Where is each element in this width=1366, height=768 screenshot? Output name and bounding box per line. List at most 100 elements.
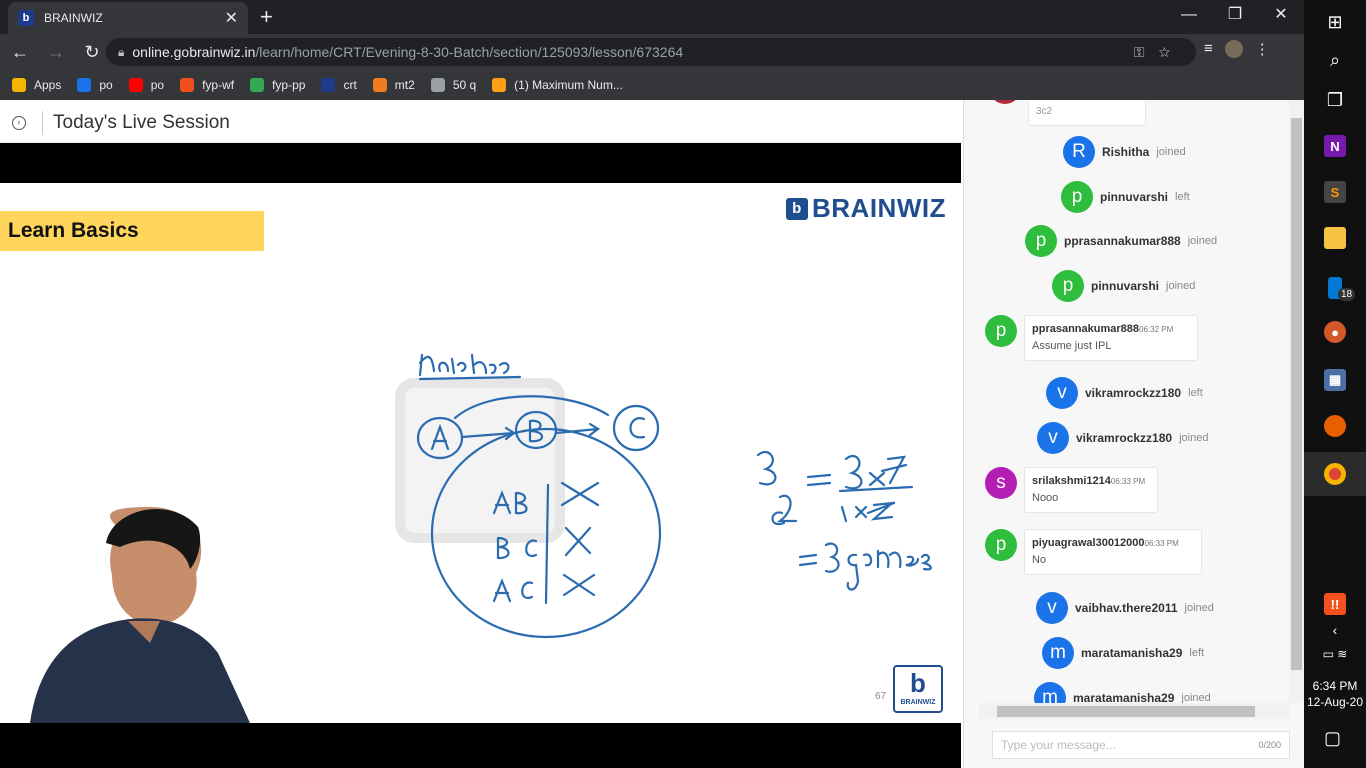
- clock-time: 6:34 PM: [1312, 679, 1358, 693]
- message-text: Assume just IPL: [1032, 340, 1112, 352]
- address-bar[interactable]: 🔒︎ online.gobrainwiz.in /learn/home/CRT/…: [106, 38, 1196, 66]
- user-name: Rishitha: [1102, 145, 1150, 159]
- bookmark-item[interactable]: fyp-wf: [180, 78, 234, 92]
- chat-horizontal-scrollbar[interactable]: [979, 703, 1289, 719]
- result-3-games: [798, 542, 932, 591]
- session-header: ‹ Today's Live Session: [0, 103, 963, 143]
- tab-strip: b BRAINWIZ ✕ + — ❐ ✕: [0, 0, 1304, 34]
- chat-message: p piyuagrawal3001200006:33 PM No: [985, 529, 1202, 575]
- avatar: v: [1046, 377, 1078, 409]
- bookmark-label: mt2: [394, 78, 415, 92]
- new-tab-button[interactable]: +: [260, 4, 273, 30]
- chat-vertical-scrollbar[interactable]: [1289, 100, 1304, 703]
- chrome-icon[interactable]: [1304, 452, 1366, 496]
- notification-badge: 18: [1338, 288, 1356, 301]
- message-text: Nooo: [1032, 492, 1059, 504]
- user-name: pinnuvarshi: [1091, 279, 1160, 293]
- bookmark-item[interactable]: fyp-pp: [250, 78, 305, 92]
- firefox-icon[interactable]: [1304, 404, 1366, 448]
- message-bubble: piyuagrawal3001200006:33 PM No: [1024, 529, 1202, 575]
- avatar: [989, 100, 1021, 104]
- bookmark-label: Apps: [34, 78, 62, 92]
- chat-message: s srilakshmi121406:33 PM Nooo: [985, 467, 1158, 513]
- char-counter: 0/200: [1258, 740, 1281, 750]
- onenote-icon[interactable]: N: [1304, 124, 1366, 168]
- back-arrow-icon[interactable]: ←: [4, 42, 36, 63]
- reload-icon[interactable]: ↻: [76, 42, 108, 63]
- minimize-button[interactable]: —: [1166, 0, 1212, 30]
- user-name: maratamanisha29: [1073, 691, 1175, 703]
- profile-avatar[interactable]: [1224, 40, 1243, 58]
- globe-icon: [430, 78, 445, 92]
- file-explorer-icon[interactable]: [1304, 216, 1366, 260]
- chat-event: v vikramrockzz180 left: [1046, 377, 1203, 409]
- chat-event: v vikramrockzz180 joined: [1037, 422, 1208, 454]
- bookmark-label: 50 q: [452, 78, 477, 92]
- chat-event: R Rishitha joined: [1063, 136, 1186, 168]
- figma-icon: [180, 78, 195, 92]
- bookmark-item[interactable]: mt2: [372, 78, 415, 92]
- apps-grid-icon: [12, 78, 26, 92]
- bookmark-label: po: [150, 78, 165, 92]
- bookmark-item[interactable]: crt: [321, 78, 357, 92]
- message-bubble: pprasannakumar88806:32 PM Assume just IP…: [1024, 315, 1198, 361]
- forward-arrow-icon[interactable]: →: [40, 42, 72, 63]
- chat-message-input[interactable]: [1001, 738, 1259, 752]
- bookmark-label: crt: [343, 78, 357, 92]
- calculator-icon[interactable]: ▦: [1304, 358, 1366, 402]
- phone-app-icon[interactable]: 18: [1304, 266, 1366, 310]
- bookmark-label: fyp-pp: [272, 78, 306, 92]
- brainwiz-icon: [321, 78, 336, 92]
- notification-center-icon[interactable]: ▢: [1324, 728, 1341, 749]
- presenter-video: [30, 507, 250, 723]
- scroll-thumb[interactable]: [1291, 118, 1302, 670]
- back-circle-icon[interactable]: ‹: [12, 115, 26, 130]
- user-name: vikramrockzz180: [1076, 431, 1173, 445]
- media-queue-icon[interactable]: ≡: [1204, 40, 1213, 58]
- avatar: R: [1063, 136, 1095, 168]
- scroll-thumb[interactable]: [997, 706, 1255, 717]
- taskbar-clock[interactable]: 6:34 PM 12-Aug-20: [1304, 678, 1366, 710]
- site-icon: [250, 78, 265, 92]
- bookmark-label: (1) Maximum Num...: [514, 78, 623, 92]
- key-star-icons[interactable]: ⚿☆: [1134, 44, 1184, 61]
- media-player-icon[interactable]: ●: [1304, 310, 1366, 354]
- bookmark-item[interactable]: 50 q: [430, 78, 477, 92]
- fraction: [838, 455, 914, 523]
- avatar: p: [1025, 225, 1057, 257]
- tab-title: BRAINWIZ: [44, 11, 103, 25]
- battery-wifi-icon[interactable]: ▭ ≋: [1304, 632, 1366, 676]
- user-name: pprasannakumar888: [1064, 234, 1181, 248]
- chat-event: m maratamanisha29 left: [1042, 637, 1204, 669]
- bookmark-item[interactable]: po: [77, 78, 113, 92]
- clock-date: 12-Aug-20: [1306, 695, 1364, 709]
- bookmark-label: po: [99, 78, 113, 92]
- brainwiz-badge: b BRAINWIZ: [893, 665, 943, 713]
- message-author: srilakshmi1214: [1032, 475, 1111, 487]
- chat-list[interactable]: 3c2 R Rishitha joined p pinnuvarshi left…: [979, 100, 1289, 703]
- event-status: left: [1188, 387, 1203, 399]
- bookmark-label: fyp-wf: [202, 78, 235, 92]
- message-bubble: srilakshmi121406:33 PM Nooo: [1024, 467, 1158, 513]
- close-window-button[interactable]: ✕: [1258, 0, 1304, 30]
- task-view-icon[interactable]: ❐: [1304, 78, 1366, 122]
- menu-kebab-icon[interactable]: ⋮: [1255, 40, 1270, 58]
- bookmark-item[interactable]: po: [128, 78, 165, 92]
- user-name: pinnuvarshi: [1100, 190, 1169, 204]
- avatar: m: [1034, 682, 1066, 703]
- divider: [42, 110, 43, 135]
- message-author: pprasannakumar888: [1032, 323, 1139, 335]
- restore-button[interactable]: ❐: [1212, 0, 1258, 30]
- crossed-pairs: [560, 481, 600, 597]
- browser-tab[interactable]: b BRAINWIZ ✕: [8, 2, 248, 34]
- sublime-icon[interactable]: S: [1304, 170, 1366, 214]
- event-status: joined: [1184, 602, 1214, 614]
- chat-event: v vaibhav.there2011 joined: [1036, 592, 1214, 624]
- badge-text: BRAINWIZ: [900, 699, 936, 706]
- search-icon[interactable]: ⌕: [1304, 38, 1366, 82]
- windows-taskbar: ⊞ ⌕ ❐ N S 18 ● ▦ !! ‹ ▭ ≋: [1304, 0, 1366, 768]
- message-text: 3c2: [1036, 106, 1053, 117]
- bookmark-item[interactable]: (1) Maximum Num...: [492, 78, 623, 92]
- close-tab-icon[interactable]: ✕: [225, 8, 238, 28]
- bookmark-item[interactable]: Apps: [12, 78, 61, 92]
